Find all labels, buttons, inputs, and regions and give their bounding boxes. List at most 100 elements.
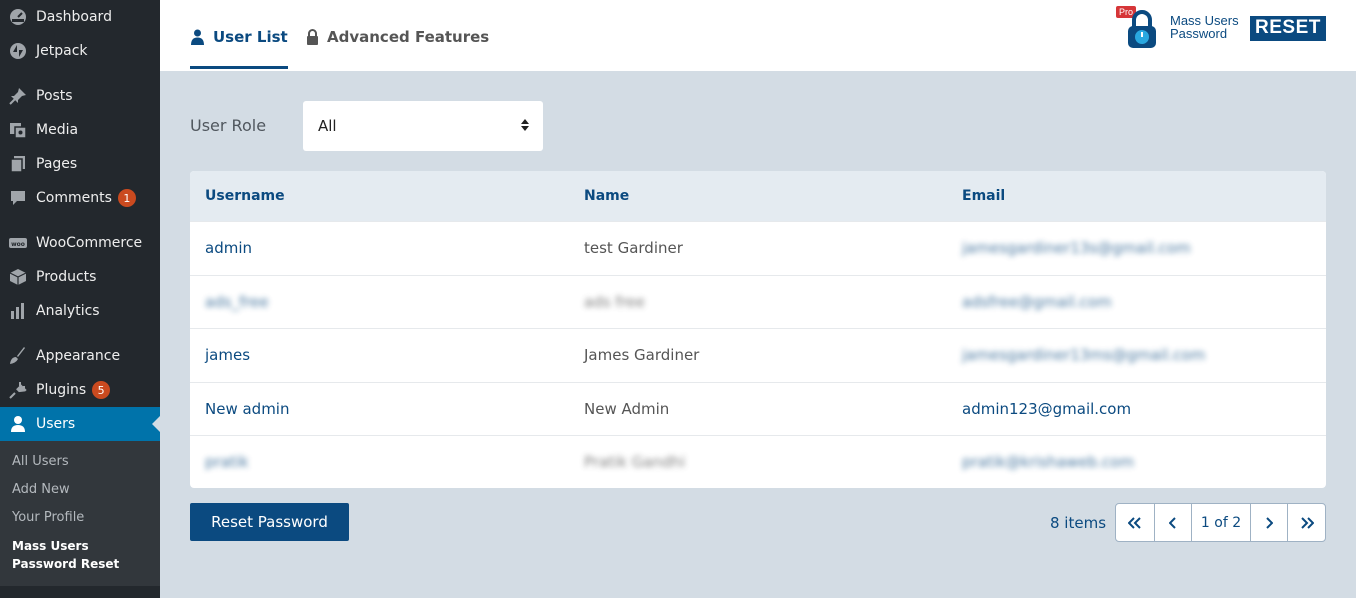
email-cell: admin123@gmail.com [962,399,1132,418]
user-role-select[interactable]: All [303,101,543,151]
current-page-indicator: 1 of 2 [1192,504,1251,541]
menu-separator [0,215,160,226]
submenu-add-new[interactable]: Add New [0,475,160,503]
reset-password-button[interactable]: Reset Password [190,503,349,541]
username-link[interactable]: admin [205,239,252,257]
brush-icon [9,347,27,365]
select-arrows-icon [520,118,530,136]
name-cell: New Admin [584,399,670,418]
sidebar-item-analytics[interactable]: Analytics [0,294,160,328]
sidebar-item-label: Dashboard [36,9,112,25]
admin-sidebar: Dashboard Jetpack Posts Media Pages Comm… [0,0,160,598]
last-page-button[interactable] [1288,504,1325,541]
sidebar-item-jetpack[interactable]: Jetpack [0,34,160,68]
username-link[interactable]: ads_free [205,293,269,311]
bar-chart-icon [9,302,27,320]
menu-separator [0,68,160,79]
table-row[interactable]: ads_free ads free adsfree@gmail.com [190,274,1326,328]
next-page-button[interactable] [1251,504,1288,541]
woo-icon: woo [9,234,27,252]
tab-label: User List [213,28,288,46]
previous-page-button[interactable] [1155,504,1192,541]
user-icon [190,29,205,45]
sidebar-item-label: Plugins [36,382,87,398]
chevron-right-icon [1266,516,1273,529]
sidebar-item-label: Posts [36,88,73,104]
submenu-your-profile[interactable]: Your Profile [0,503,160,531]
plugins-update-badge: 5 [92,381,111,399]
column-header-email[interactable]: Email [962,188,1005,204]
table-row[interactable]: New admin New Admin admin123@gmail.com [190,381,1326,435]
username-link[interactable]: james [205,346,250,364]
email-cell: jamesgardiner13ms@gmail.com [962,346,1206,364]
comment-icon [9,189,27,207]
media-icon [9,121,27,139]
chevron-left-icon [1169,516,1176,529]
sidebar-item-posts[interactable]: Posts [0,79,160,113]
tab-user-list[interactable]: User List [190,26,288,69]
plug-icon [9,381,27,399]
sidebar-item-pages[interactable]: Pages [0,147,160,181]
email-cell: pratik@krishaweb.com [962,453,1134,471]
jetpack-icon [9,42,27,60]
user-role-label: User Role [190,116,267,135]
sidebar-item-label: Appearance [36,348,121,364]
sidebar-item-label: Users [36,416,76,432]
plugin-logo: Pro Mass Users Password RESET [1116,6,1328,50]
pagination: 1 of 2 [1115,503,1326,542]
submenu-all-users[interactable]: All Users [0,447,160,475]
double-chevron-left-icon [1128,516,1141,529]
user-icon [9,415,27,433]
sidebar-item-appearance[interactable]: Appearance [0,339,160,373]
sidebar-item-products[interactable]: Products [0,260,160,294]
sidebar-item-dashboard[interactable]: Dashboard [0,0,160,34]
table-row[interactable]: james James Gardiner jamesgardiner13ms@gma… [190,328,1326,381]
sidebar-item-label: WooCommerce [36,235,143,251]
pages-icon [9,155,27,173]
lock-icon [306,29,319,45]
username-link[interactable]: pratik [205,453,249,471]
users-submenu: All Users Add New Your Profile Mass User… [0,441,160,586]
comments-count-badge: 1 [117,189,136,207]
padlock-logo-icon [1126,9,1158,53]
sidebar-item-media[interactable]: Media [0,113,160,147]
username-link[interactable]: New admin [205,400,290,418]
submenu-mass-users-password-reset[interactable]: Mass Users Password Reset [0,531,160,578]
sidebar-item-label: Media [36,122,79,138]
sidebar-item-plugins[interactable]: Plugins 5 [0,373,160,407]
tab-advanced-features[interactable]: Advanced Features [306,26,489,48]
table-row[interactable]: admin test Gardiner jamesgardiner13s@gmail… [190,221,1326,274]
email-cell: adsfree@gmail.com [962,292,1112,311]
sidebar-item-label: Products [36,269,97,285]
column-header-name[interactable]: Name [584,188,629,204]
pin-icon [9,87,27,105]
sidebar-item-comments[interactable]: Comments 1 [0,181,160,215]
logo-reset-word: RESET [1250,16,1326,41]
table-header: Username Name Email [190,171,1326,221]
user-role-selected-value: All [318,117,337,135]
logo-line-2: Password [1170,26,1228,41]
name-cell: ads free [584,292,645,311]
dashboard-icon [9,8,27,26]
email-cell: jamesgardiner13s@gmail.com [962,239,1191,257]
plugin-header: User List Advanced Features Pro Mass Use… [160,0,1356,71]
name-cell: Pratik Gandhi [584,453,686,471]
sidebar-item-label: Analytics [36,303,100,319]
items-count: 8 items [1050,514,1107,532]
first-page-button[interactable] [1116,504,1155,541]
sidebar-item-label: Jetpack [36,43,88,59]
name-cell: James Gardiner [584,346,700,364]
name-cell: test Gardiner [584,239,683,257]
logo-text: Mass Users Password [1170,14,1239,40]
sidebar-item-woocommerce[interactable]: woo WooCommerce [0,226,160,260]
svg-text:woo: woo [11,241,25,248]
sidebar-item-users[interactable]: Users [0,407,160,441]
table-row[interactable]: pratik Pratik Gandhi pratik@krishaweb.com [190,435,1326,488]
tab-label: Advanced Features [327,28,490,46]
users-table: Username Name Email admin test Gardiner ja… [190,171,1326,488]
double-chevron-right-icon [1300,516,1314,529]
box-icon [9,268,27,286]
menu-separator [0,328,160,339]
column-header-username[interactable]: Username [205,188,285,204]
sidebar-item-label: Comments [36,190,112,206]
